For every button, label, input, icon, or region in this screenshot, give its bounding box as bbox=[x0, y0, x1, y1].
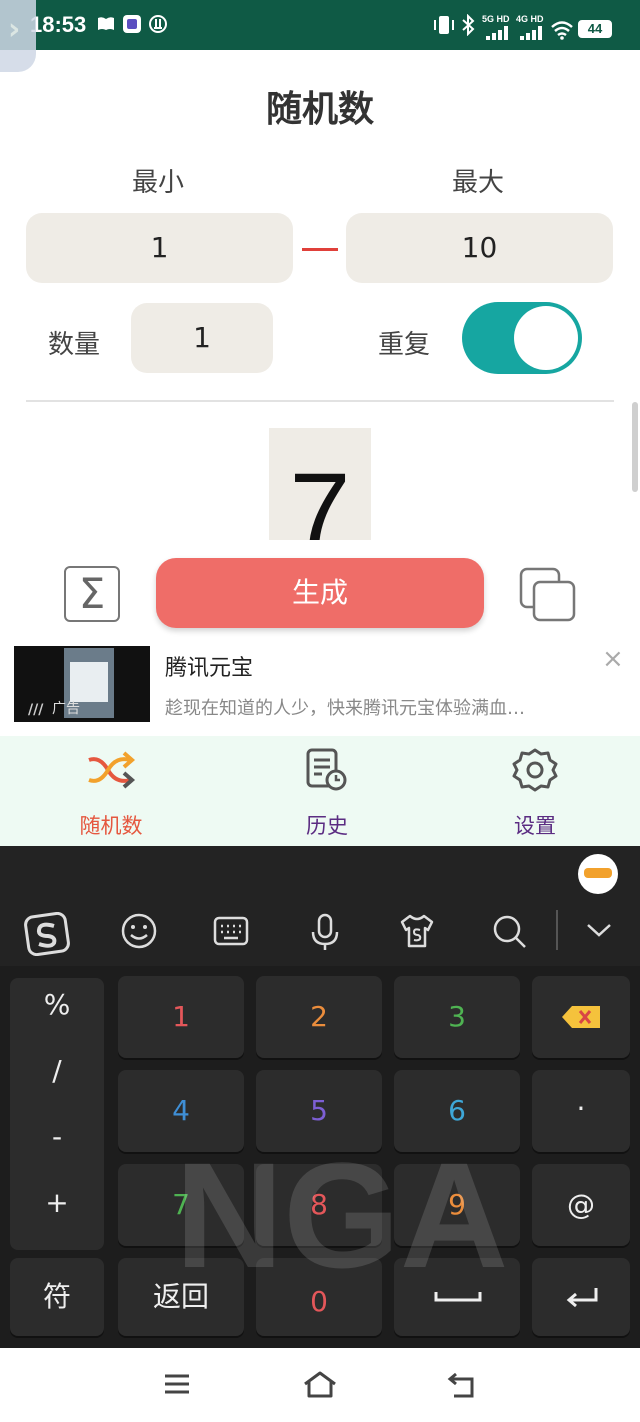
settings-icon bbox=[512, 748, 558, 792]
signal-icon-2 bbox=[520, 26, 542, 40]
side-panel-handle[interactable]: › bbox=[0, 0, 36, 72]
history-icon bbox=[306, 748, 347, 791]
menu-icon[interactable] bbox=[162, 1370, 192, 1398]
ad-tag: 广告 bbox=[52, 701, 80, 717]
nav-item-history[interactable]: 历史 bbox=[252, 736, 402, 846]
network-5g: 5G HD bbox=[482, 14, 510, 24]
key-3[interactable]: 3 bbox=[394, 976, 520, 1058]
home-icon[interactable] bbox=[302, 1370, 338, 1400]
repeat-toggle[interactable] bbox=[462, 302, 582, 374]
keyboard-icon[interactable] bbox=[212, 912, 250, 950]
key-6-label: 6 bbox=[448, 1094, 466, 1127]
shuffle-icon bbox=[88, 751, 136, 789]
symbol-key-percent[interactable]: % bbox=[10, 988, 104, 1021]
symbol-key-minus[interactable]: - bbox=[10, 1120, 104, 1153]
sigma-icon: Σ bbox=[78, 569, 106, 618]
search-icon[interactable] bbox=[490, 912, 528, 950]
ad-logo-icon: /// bbox=[28, 702, 44, 718]
system-nav-bar bbox=[0, 1348, 640, 1422]
generate-button[interactable]: 生成 bbox=[156, 558, 484, 628]
key-2-label: 2 bbox=[310, 1000, 328, 1033]
result-display: 7 bbox=[269, 428, 371, 540]
nav-label-random: 随机数 bbox=[79, 814, 143, 838]
book-icon bbox=[98, 17, 114, 30]
network-4g: 4G HD bbox=[516, 14, 544, 24]
result-number: 7 bbox=[289, 451, 351, 540]
ad-thumbnail[interactable]: /// 广告 bbox=[14, 646, 150, 722]
max-input[interactable]: 10 bbox=[346, 213, 613, 283]
key-2[interactable]: 2 bbox=[256, 976, 382, 1058]
wifi-icon bbox=[551, 21, 573, 40]
symbol-column[interactable]: % / - + bbox=[10, 978, 104, 1250]
app-badge-icon bbox=[123, 15, 141, 33]
back-icon[interactable] bbox=[446, 1370, 478, 1400]
status-bar: 18:53 5G HD 4G HD 44 bbox=[0, 0, 640, 50]
key-3-label: 3 bbox=[448, 1000, 466, 1033]
symbols-key[interactable]: 符 bbox=[10, 1258, 104, 1336]
nav-item-settings[interactable]: 设置 bbox=[460, 736, 610, 846]
status-time: 18:53 bbox=[30, 12, 87, 37]
key-4-label: 4 bbox=[172, 1094, 190, 1127]
toggle-knob bbox=[514, 306, 578, 370]
ad-close-button[interactable]: × bbox=[602, 644, 624, 674]
key-5-label: 5 bbox=[310, 1094, 328, 1127]
min-label: 最小 bbox=[132, 168, 185, 198]
nav-label-settings: 设置 bbox=[514, 814, 556, 838]
chevron-right-icon: › bbox=[8, 12, 21, 47]
page-title: 随机数 bbox=[265, 89, 374, 130]
range-dash bbox=[302, 248, 338, 251]
chevron-down-icon[interactable] bbox=[584, 920, 614, 940]
divider bbox=[26, 400, 614, 402]
ad-title[interactable]: 腾讯元宝 bbox=[165, 650, 253, 682]
max-label: 最大 bbox=[452, 168, 505, 198]
symbols-key-label: 符 bbox=[42, 1280, 71, 1313]
dot-key-label: · bbox=[576, 1092, 586, 1125]
bottom-nav: 随机数 历史 设置 bbox=[0, 736, 640, 846]
mascot-icon[interactable] bbox=[578, 854, 618, 894]
emoji-icon[interactable] bbox=[120, 912, 158, 950]
nav-label-history: 历史 bbox=[306, 814, 348, 838]
scrollbar[interactable] bbox=[632, 402, 638, 492]
ad-description[interactable]: 趁现在知道的人少，快来腾讯元宝体验满血… bbox=[165, 694, 605, 720]
key-1-label: 1 bbox=[172, 1000, 190, 1033]
count-input[interactable]: 1 bbox=[131, 303, 273, 373]
symbol-key-plus[interactable]: + bbox=[10, 1186, 104, 1219]
backspace-key[interactable] bbox=[532, 976, 630, 1058]
keyboard-toolbar bbox=[0, 846, 640, 966]
vibrate-icon bbox=[434, 16, 454, 34]
data-saver-icon bbox=[149, 15, 167, 33]
key-1[interactable]: 1 bbox=[118, 976, 244, 1058]
sogou-logo-icon[interactable] bbox=[24, 912, 70, 956]
signal-icon bbox=[486, 26, 508, 40]
backspace-icon bbox=[562, 1006, 600, 1028]
nga-watermark: NGA bbox=[175, 1131, 509, 1299]
microphone-icon[interactable] bbox=[306, 912, 344, 952]
battery-indicator: 44 bbox=[578, 20, 612, 38]
skin-shirt-icon[interactable] bbox=[398, 912, 436, 950]
copy-icon[interactable] bbox=[518, 566, 578, 624]
sum-button[interactable]: Σ bbox=[64, 566, 120, 622]
nav-item-random[interactable]: 随机数 bbox=[36, 736, 186, 846]
min-input[interactable]: 1 bbox=[26, 213, 293, 283]
count-label: 数量 bbox=[48, 330, 101, 360]
bluetooth-icon bbox=[462, 14, 475, 36]
symbol-key-slash[interactable]: / bbox=[10, 1054, 104, 1087]
repeat-label: 重复 bbox=[378, 330, 431, 360]
toolbar-separator bbox=[556, 910, 558, 950]
